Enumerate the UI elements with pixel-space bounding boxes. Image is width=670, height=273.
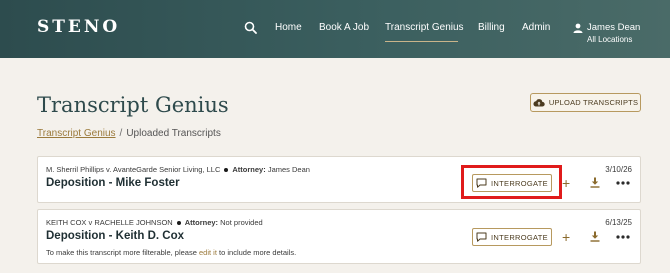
- user-name[interactable]: James Dean: [587, 22, 640, 33]
- transcript-meta: KEITH COX v RACHELLE JOHNSON Attorney: No…: [46, 218, 263, 227]
- user-icon[interactable]: [573, 23, 583, 33]
- interrogate-label: INTERROGATE: [491, 232, 548, 242]
- steno-logo[interactable]: STENO: [37, 17, 120, 37]
- cloud-upload-icon: [533, 99, 545, 107]
- filter-hint: To make this transcript more filterable,…: [46, 248, 296, 257]
- transcript-meta: M. Sherril Phillips v. AvanteGarde Senio…: [46, 165, 310, 174]
- download-icon[interactable]: [590, 231, 600, 242]
- hint-prefix: To make this transcript more filterable,…: [46, 248, 197, 257]
- add-button[interactable]: +: [562, 230, 570, 244]
- transcript-date: 3/10/26: [605, 165, 632, 174]
- active-nav-underline: [385, 41, 458, 42]
- breadcrumb-link-transcript-genius[interactable]: Transcript Genius: [37, 128, 116, 139]
- case-name: M. Sherril Phillips v. AvanteGarde Senio…: [46, 165, 221, 174]
- transcript-card[interactable]: KEITH COX v RACHELLE JOHNSON Attorney: No…: [37, 209, 641, 264]
- edit-link[interactable]: edit it: [199, 248, 217, 257]
- nav-book-a-job[interactable]: Book A Job: [319, 22, 369, 33]
- top-navigation-bar: STENO Home Book A Job Transcript Genius …: [0, 0, 670, 58]
- attorney-label: Attorney:: [232, 165, 266, 174]
- nav-admin[interactable]: Admin: [522, 22, 550, 33]
- attorney-name: James Dean: [267, 165, 310, 174]
- separator-dot: [224, 167, 229, 172]
- transcript-title[interactable]: Deposition - Mike Foster: [46, 177, 180, 189]
- attorney-label: Attorney:: [184, 218, 219, 227]
- breadcrumb: Transcript Genius / Uploaded Transcripts: [37, 128, 221, 139]
- download-icon[interactable]: [590, 177, 600, 188]
- case-name: KEITH COX v RACHELLE JOHNSON: [46, 218, 173, 227]
- nav-home[interactable]: Home: [275, 22, 302, 33]
- add-button[interactable]: +: [562, 176, 570, 190]
- search-icon[interactable]: [244, 21, 257, 34]
- attorney-name: Not provided: [220, 218, 263, 227]
- nav-billing[interactable]: Billing: [478, 22, 505, 33]
- interrogate-button[interactable]: INTERROGATE: [472, 228, 552, 246]
- page-title: Transcript Genius: [37, 93, 229, 117]
- transcript-date: 6/13/25: [605, 218, 632, 227]
- hint-suffix: to include more details.: [219, 248, 297, 257]
- chat-icon: [476, 232, 487, 242]
- breadcrumb-separator: /: [119, 128, 123, 139]
- upload-transcripts-label: UPLOAD TRANSCRIPTS: [548, 98, 639, 107]
- more-options-icon[interactable]: [616, 181, 630, 185]
- highlight-annotation-box: [461, 165, 562, 199]
- upload-transcripts-button[interactable]: UPLOAD TRANSCRIPTS: [530, 93, 641, 112]
- more-options-icon[interactable]: [616, 235, 630, 239]
- user-location[interactable]: All Locations: [587, 35, 632, 44]
- transcript-title[interactable]: Deposition - Keith D. Cox: [46, 230, 184, 242]
- nav-transcript-genius[interactable]: Transcript Genius: [385, 22, 464, 33]
- breadcrumb-current: Uploaded Transcripts: [126, 128, 221, 139]
- separator-dot: [176, 220, 181, 225]
